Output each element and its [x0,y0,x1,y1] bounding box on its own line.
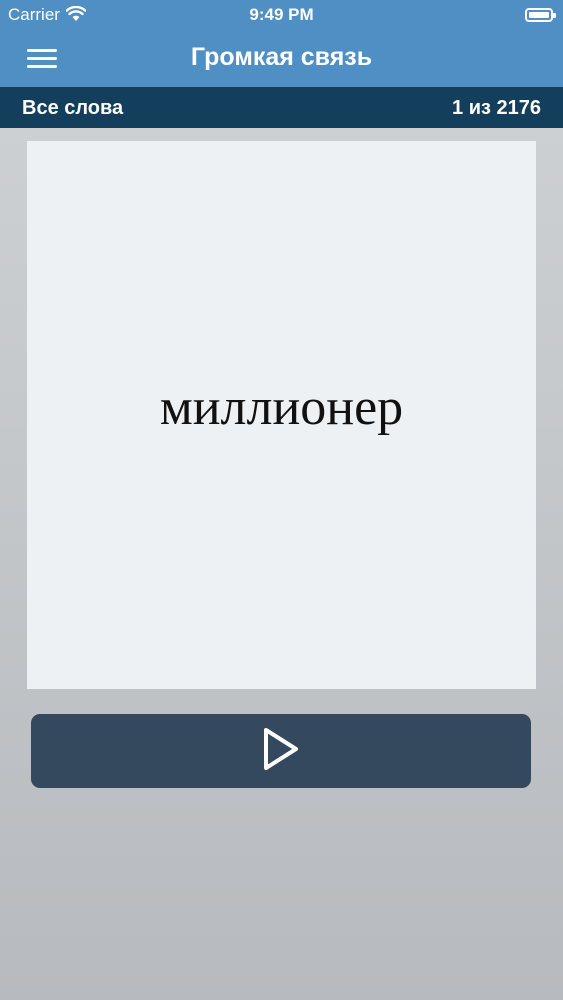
word-filter-label[interactable]: Все слова [22,97,123,120]
battery-icon [525,8,556,22]
card-counter: 1 из 2176 [452,97,541,119]
page-title: Громкая связь [190,43,373,71]
flashcard[interactable]: миллионер [27,141,536,689]
flashcard-word: миллионер [159,379,404,436]
play-icon [261,725,301,778]
word-list-bar: Все слова 1 из 2176 [0,87,563,128]
status-bar: Carrier 9:49 PM [0,0,563,30]
play-audio-button[interactable] [31,714,531,788]
navigation-bar: Громкая связь [0,30,563,87]
clock: 9:49 PM [249,5,314,24]
